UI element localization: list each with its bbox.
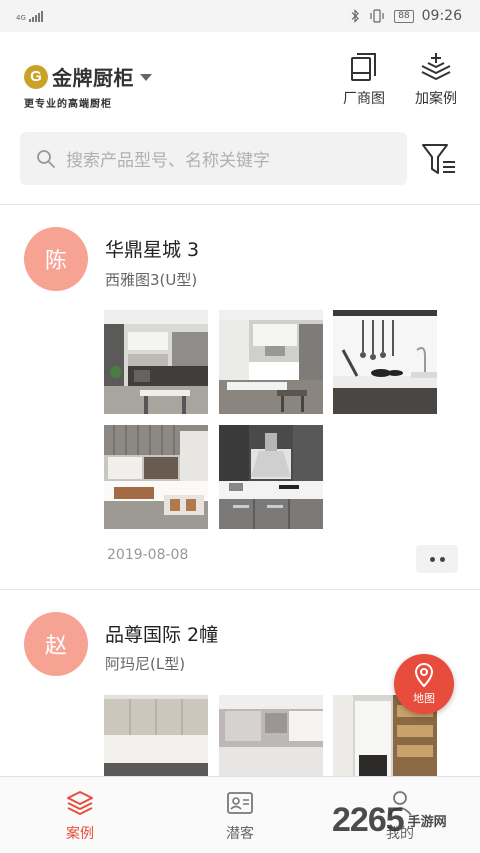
app-header: G 金牌厨柜 更专业的高端厨柜 厂商图 加案例 [0,32,480,120]
watermark-text: 手游网 [407,814,447,830]
case-title: 华鼎星城 3 [105,239,200,261]
chevron-down-icon[interactable] [140,74,152,81]
brand-logo-mark: G [24,64,48,89]
avatar: 赵 [24,612,88,676]
add-layers-icon [421,53,451,80]
case-photo[interactable] [104,310,208,414]
case-photo[interactable] [104,425,208,529]
more-options-button[interactable] [416,545,458,573]
brand-logo[interactable]: G 金牌厨柜 更专业的高端厨柜 [24,62,164,112]
tab-cases[interactable]: 案例 [40,789,120,843]
tab-cases-label: 案例 [66,826,94,842]
dot-icon [439,556,445,562]
search-input[interactable]: 搜索产品型号、名称关键字 [20,132,407,185]
manufacturer-gallery-label: 厂商图 [343,91,385,107]
case-photo[interactable] [219,310,323,414]
signal-icon [28,10,43,22]
brand-name: 金牌厨柜 [52,66,134,90]
tab-prospects[interactable]: 潜客 [200,789,280,843]
signal-indicator: 4G [16,10,43,22]
dot-icon [429,556,435,562]
case-photo[interactable] [104,695,208,776]
filter-icon[interactable] [420,142,460,178]
vibrate-icon [370,9,384,23]
contact-card-icon [227,792,253,814]
add-case-label: 加案例 [415,91,457,107]
case-photo[interactable] [333,310,437,414]
tab-prospects-label: 潜客 [226,826,254,842]
status-time: 09:26 [421,8,462,24]
case-card[interactable]: 陈 华鼎星城 3 西雅图3(U型) 2019-08-08 [0,205,480,590]
brand-slogan: 更专业的高端厨柜 [24,99,112,110]
watermark-logo: 2265 手游网 [332,800,477,840]
manufacturer-gallery-button[interactable]: 厂商图 [336,52,392,108]
battery-indicator: 88 [394,9,414,23]
case-photo[interactable] [219,695,323,776]
layers-icon [67,791,93,815]
case-subtitle: 西雅图3(U型) [105,271,198,289]
bluetooth-icon [351,9,360,23]
avatar: 陈 [24,227,88,291]
watermark-number: 2265 [332,800,405,839]
search-icon [37,149,55,168]
map-button[interactable]: 地图 [394,654,454,714]
add-case-button[interactable]: 加案例 [408,52,464,108]
search-placeholder: 搜索产品型号、名称关键字 [66,151,270,171]
status-bar: 4G 88 09:26 [0,0,480,32]
case-photo[interactable] [219,425,323,529]
case-subtitle: 阿玛尼(L型) [105,655,186,673]
location-pin-icon [414,662,434,688]
case-date: 2019-08-08 [107,547,189,563]
network-type: 4G [16,14,26,22]
brochure-icon [351,53,376,81]
case-title: 品尊国际 2幢 [105,624,219,646]
map-button-label: 地图 [413,692,435,705]
